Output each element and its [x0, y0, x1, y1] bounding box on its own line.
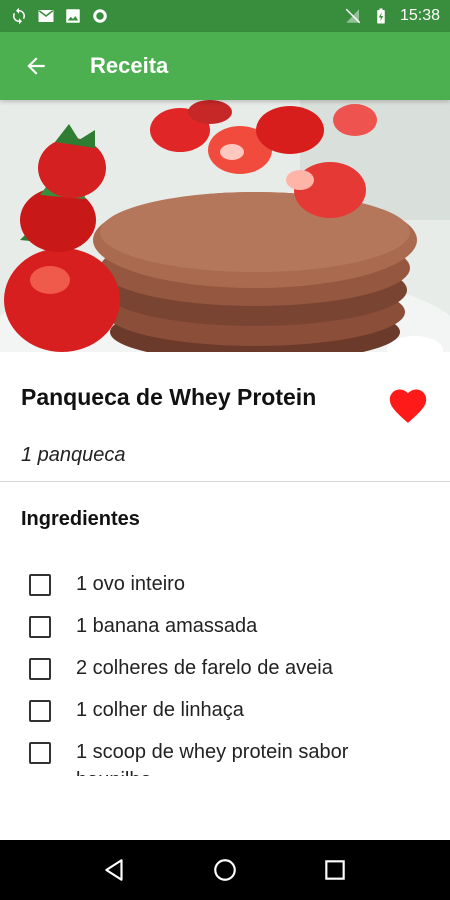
back-button[interactable] — [0, 32, 72, 100]
ingredient-checkbox[interactable] — [29, 700, 51, 722]
list-item: 2 colheres de farelo de aveia — [0, 646, 450, 682]
recipe-title: Panqueca de Whey Protein — [21, 384, 317, 410]
list-item: 1 banana amassada — [0, 604, 450, 640]
no-signal-icon — [344, 7, 362, 25]
list-item: 1 scoop de whey protein sabor baunilha — [0, 730, 450, 776]
ingredient-checkbox[interactable] — [29, 658, 51, 680]
notification-icons — [10, 7, 109, 25]
image-icon — [64, 7, 82, 25]
heart-icon — [389, 389, 427, 423]
ingredient-label: 1 ovo inteiro — [76, 573, 185, 595]
record-icon — [91, 7, 109, 25]
ingredient-label: 2 colheres de farelo de aveia — [76, 657, 333, 679]
gmail-icon — [37, 7, 55, 25]
page-title: Receita — [90, 53, 169, 78]
home-circle-icon — [214, 859, 236, 881]
status-time: 15:38 — [399, 7, 440, 24]
ingredients-heading: Ingredientes — [21, 508, 140, 530]
system-status: 15:38 — [344, 7, 440, 25]
favorite-button[interactable] — [386, 384, 430, 424]
back-triangle-icon — [105, 859, 123, 881]
nav-home-button[interactable] — [205, 850, 245, 890]
status-bar: 15:38 — [0, 0, 450, 32]
sync-icon — [10, 7, 28, 25]
ingredient-checkbox[interactable] — [29, 574, 51, 596]
nav-recents-button[interactable] — [315, 850, 355, 890]
servings: 1 panqueca — [21, 444, 126, 466]
recipe-image — [0, 100, 450, 352]
list-item: 1 colher de linhaça — [0, 688, 450, 724]
battery-charging-icon — [372, 7, 390, 25]
ingredients-list: 1 ovo inteiro 1 banana amassada 2 colher… — [0, 562, 450, 776]
divider — [0, 481, 450, 482]
nav-back-button[interactable] — [95, 850, 135, 890]
pancake-with-strawberries-image — [0, 100, 450, 352]
list-item: 1 ovo inteiro — [0, 562, 450, 598]
app-bar: Receita — [0, 32, 450, 100]
ingredient-label: 1 scoop de whey protein sabor baunilha — [76, 741, 349, 776]
ingredient-checkbox[interactable] — [29, 616, 51, 638]
ingredient-label: 1 banana amassada — [76, 615, 258, 637]
ingredient-label: 1 colher de linhaça — [76, 699, 244, 721]
navigation-bar — [0, 840, 450, 900]
recents-square-icon — [325, 860, 345, 880]
ingredient-checkbox[interactable] — [29, 742, 51, 764]
arrow-back-icon — [27, 57, 45, 75]
